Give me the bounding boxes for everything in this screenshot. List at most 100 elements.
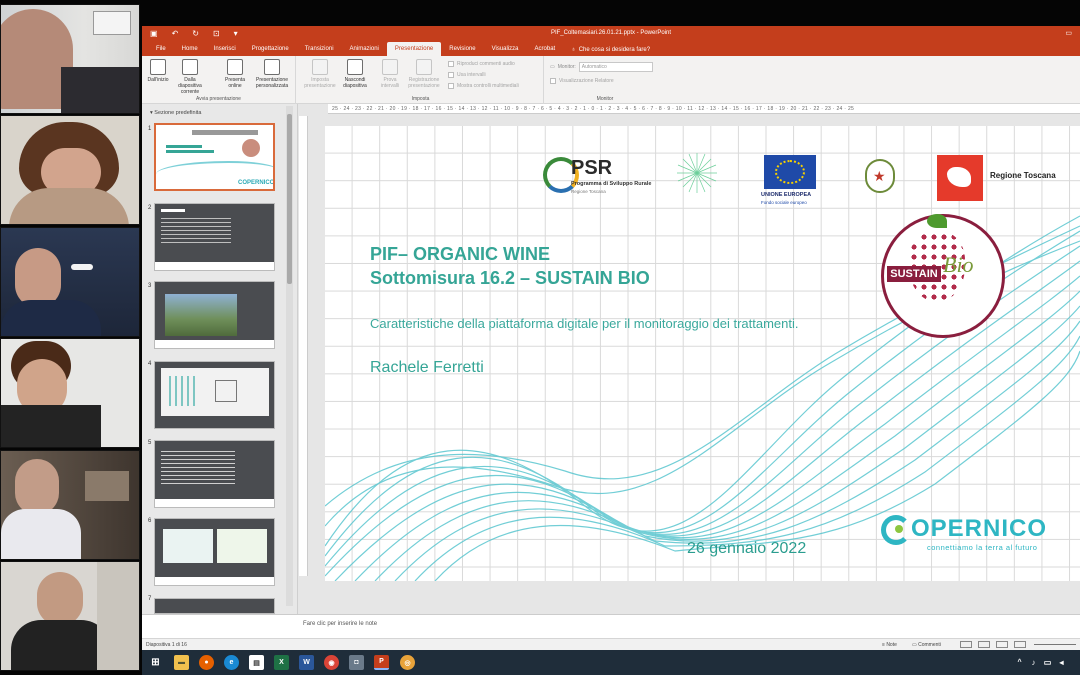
firefox-icon[interactable]: ● <box>199 655 214 670</box>
powerpoint-window: ▣ ↶ ↻ ⊡ ▾ PIF_Coltemasiari.26.01.21.pptx… <box>142 26 1080 650</box>
timer-icon <box>382 59 398 75</box>
sustain-bio-logo: SUSTAIN Bio <box>881 214 1005 338</box>
ribbon: Dall'inizio Dalla diapositiva corrente P… <box>142 56 1080 104</box>
ribbon-tabs: File Home Inserisci Progettazione Transi… <box>142 42 1080 56</box>
regione-toscana-logo: Regione Toscana <box>937 155 1067 201</box>
italy-emblem-logo: ★ <box>861 157 897 197</box>
present-online-icon <box>227 59 243 75</box>
slide-thumbnail-pane: ▾ Sezione predefinita 1 COPERNICO 2 3 4 … <box>142 104 298 614</box>
play-narrations-checkbox[interactable]: Riproduci commenti audio <box>448 61 515 67</box>
network-icon[interactable]: ▭ <box>1040 655 1055 670</box>
horizontal-ruler: 25 · 24 · 23 · 22 · 21 · 20 · 19 · 18 · … <box>328 104 1080 114</box>
slide-title-line-1[interactable]: PIF– ORGANIC WINE <box>370 244 550 265</box>
slide-thumbnail-3[interactable] <box>154 281 275 349</box>
slide-author[interactable]: Rachele Ferretti <box>370 359 484 377</box>
chrome-icon[interactable]: ◉ <box>324 655 339 670</box>
word-icon[interactable]: W <box>299 655 314 670</box>
slide-date[interactable]: 26 gennaio 2022 <box>687 540 806 558</box>
tab-view[interactable]: Visualizza <box>484 42 527 56</box>
slide-subtitle[interactable]: Caratteristiche della piattaforma digita… <box>370 316 799 331</box>
camera-icon[interactable]: ◘ <box>349 655 364 670</box>
eu-logo: UNIONE EUROPEA Fondo sociale europeo <box>761 155 823 209</box>
setup-slideshow-button[interactable]: Imposta presentazione <box>300 59 340 89</box>
participant-video-4[interactable] <box>0 338 140 448</box>
microphone-icon[interactable]: ♪ <box>1026 655 1041 670</box>
thumb-number: 5 <box>148 440 152 446</box>
slide-thumbnail-4[interactable] <box>154 361 275 429</box>
group-imposta: Imposta presentazione Nascondi diapositi… <box>298 56 544 104</box>
windows-taskbar: ⊞ ▬ ● e ▤ X W ◉ ◘ P ◎ ^ ♪ ▭ ◂ <box>142 650 1080 675</box>
from-beginning-button[interactable]: Dall'inizio <box>142 59 174 83</box>
record-slideshow-button[interactable]: Registrazione presentazione <box>404 59 444 89</box>
zoom-slider[interactable] <box>1034 644 1076 645</box>
reading-view-icon[interactable] <box>996 641 1008 648</box>
app-icon[interactable]: ◎ <box>400 655 415 670</box>
volume-icon[interactable]: ◂ <box>1054 655 1069 670</box>
tab-home[interactable]: Home <box>174 42 206 56</box>
custom-slideshow-button[interactable]: Presentazione personalizzata <box>250 59 294 89</box>
tab-file[interactable]: File <box>148 42 174 56</box>
section-header[interactable]: ▾ Sezione predefinita <box>150 110 201 116</box>
slide-title-line-2[interactable]: Sottomisura 16.2 – SUSTAIN BIO <box>370 268 650 289</box>
thumb-number: 1 <box>148 126 152 132</box>
slide-thumbnail-7[interactable] <box>154 598 275 614</box>
participant-video-1[interactable] <box>0 4 140 114</box>
screen: ▣ ↶ ↻ ⊡ ▾ PIF_Coltemasiari.26.01.21.pptx… <box>0 0 1080 675</box>
notes-pane[interactable]: Fare clic per inserire le note <box>142 614 1080 638</box>
slide-thumbnail-1[interactable]: COPERNICO <box>154 123 275 191</box>
show-media-controls-checkbox[interactable]: Mostra controlli multimediali <box>448 83 519 89</box>
vertical-ruler <box>299 116 308 576</box>
powerpoint-icon[interactable]: P <box>374 655 389 670</box>
tab-acrobat[interactable]: Acrobat <box>527 42 564 56</box>
slide-sorter-icon[interactable] <box>978 641 990 648</box>
title-bar: ▣ ↶ ↻ ⊡ ▾ PIF_Coltemasiari.26.01.21.pptx… <box>142 26 1080 42</box>
psr-logo: PSR Programma di Sviluppo Rurale Regione… <box>543 155 653 201</box>
slide-counter: Diapositiva 1 di 16 <box>146 642 187 648</box>
copernico-logo: OPERNICO connettiamo la terra al futuro <box>881 511 1080 561</box>
thumb-number: 4 <box>148 361 152 367</box>
from-current-slide-button[interactable]: Dalla diapositiva corrente <box>172 59 208 95</box>
tray-chevron-icon[interactable]: ^ <box>1012 655 1027 670</box>
tab-review[interactable]: Revisione <box>441 42 483 56</box>
excel-icon[interactable]: X <box>274 655 289 670</box>
custom-show-icon <box>264 59 280 75</box>
thumbnail-scrollbar[interactable] <box>286 106 293 606</box>
group-avvia-presentazione: Dall'inizio Dalla diapositiva corrente P… <box>142 56 296 104</box>
tell-me-box[interactable]: ♁ Che cosa si desidera fare? <box>563 44 658 56</box>
tab-slideshow[interactable]: Presentazione <box>386 42 442 56</box>
slideshow-view-icon[interactable] <box>1014 641 1026 648</box>
thumb-number: 6 <box>148 518 152 524</box>
monitor-icon: ▭ <box>550 64 555 70</box>
tab-transitions[interactable]: Transizioni <box>297 42 342 56</box>
window-title: PIF_Coltemasiari.26.01.21.pptx - PowerPo… <box>550 30 672 36</box>
participant-video-6[interactable] <box>0 561 140 671</box>
slide-thumbnail-5[interactable] <box>154 440 275 508</box>
rehearse-timings-button[interactable]: Prova intervalli <box>376 59 404 89</box>
hide-slide-button[interactable]: Nascondi diapositiva <box>340 59 370 89</box>
monitor-field: ▭ Monitor: Automatico <box>550 62 653 72</box>
document-icon[interactable]: ▤ <box>249 655 264 670</box>
presenter-view-checkbox[interactable]: Visualizzazione Relatore <box>550 78 614 84</box>
slide-canvas[interactable]: PSR Programma di Sviluppo Rurale Regione… <box>325 126 1080 581</box>
normal-view-icon[interactable] <box>960 641 972 648</box>
slide-thumbnail-6[interactable] <box>154 518 275 586</box>
use-timings-checkbox[interactable]: Usa intervalli <box>448 72 486 78</box>
tab-animations[interactable]: Animazioni <box>342 42 387 56</box>
windows-start-icon[interactable]: ⊞ <box>148 655 163 670</box>
file-explorer-icon[interactable]: ▬ <box>174 655 189 670</box>
participant-video-2[interactable] <box>0 115 140 225</box>
tab-insert[interactable]: Inserisci <box>206 42 244 56</box>
present-online-button[interactable]: Presenta online <box>220 59 250 89</box>
participant-video-5[interactable] <box>0 450 140 560</box>
group-monitor: ▭ Monitor: Automatico Visualizzazione Re… <box>546 56 664 104</box>
ribbon-display-icon[interactable]: ▭ <box>1065 29 1072 37</box>
comments-button[interactable]: ▭ Commenti <box>912 642 941 648</box>
edge-icon[interactable]: e <box>224 655 239 670</box>
slide-thumbnail-2[interactable] <box>154 203 275 271</box>
thumb-number: 3 <box>148 283 152 289</box>
tab-design[interactable]: Progettazione <box>244 42 297 56</box>
participant-video-3[interactable] <box>0 227 140 337</box>
monitor-select[interactable]: Automatico <box>578 62 653 72</box>
ep-2027-logo <box>675 151 719 203</box>
notes-button[interactable]: ≡ Note <box>882 642 897 648</box>
